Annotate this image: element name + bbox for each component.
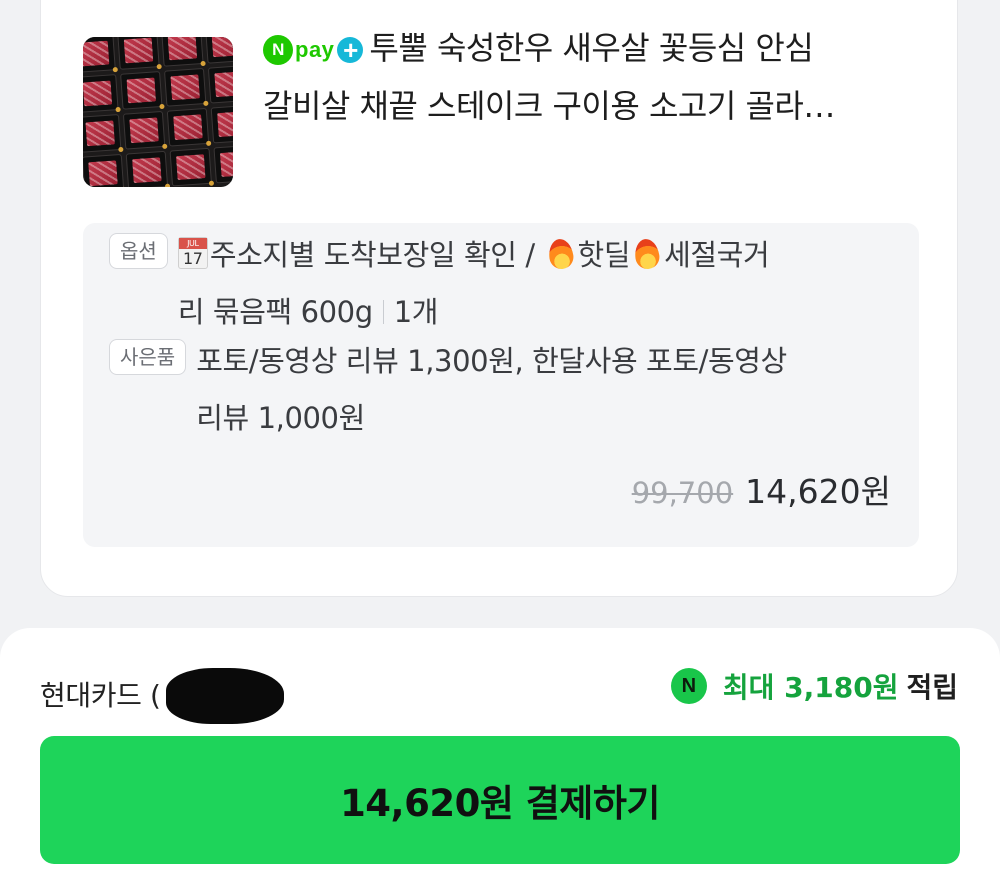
option-text-d: 리 묶음팩 600g bbox=[177, 295, 373, 329]
npay-logo-text: pay bbox=[295, 37, 335, 62]
title-text-1: 투뿔 숙성한우 새우살 꽃등심 안심 bbox=[369, 29, 814, 67]
gift-row: 사은품 포토/동영상 리뷰 1,300원, 한달사용 포토/동영상 리뷰 1,0… bbox=[109, 333, 869, 447]
option-tag: 옵션 bbox=[109, 233, 168, 269]
gift-text-line-1: 포토/동영상 리뷰 1,300원, 한달사용 포토/동영상 bbox=[196, 344, 787, 378]
option-text-b: 핫딜 bbox=[577, 238, 631, 272]
product-card: N pay + 투뿔 숙성한우 새우살 꽃등심 안심 갈비살 채끝 스테이크 구… bbox=[40, 0, 958, 597]
option-text-c: 세절국거 bbox=[664, 238, 770, 272]
gift-text: 포토/동영상 리뷰 1,300원, 한달사용 포토/동영상 리뷰 1,000원 bbox=[196, 333, 787, 447]
reward-amount: 최대 3,180원 bbox=[722, 671, 899, 704]
pay-button[interactable]: 14,620원 결제하기 bbox=[40, 736, 960, 864]
gift-text-line-2: 리뷰 1,000원 bbox=[196, 401, 365, 435]
divider bbox=[382, 300, 384, 324]
payment-sheet: 현대카드 ( N 최대 3,180원 적립 14,620원 결제하기 bbox=[0, 628, 1000, 893]
product-thumbnail[interactable] bbox=[83, 37, 233, 187]
npay-plus-badge: N pay + bbox=[263, 35, 364, 65]
product-title[interactable]: N pay + 투뿔 숙성한우 새우살 꽃등심 안심 갈비살 채끝 스테이크 구… bbox=[263, 19, 943, 135]
price-line: 99,700 14,620원 bbox=[632, 465, 891, 513]
option-row: 옵션 주소지별 도착보장일 확인 / 핫딜 세절국거 리 묶음팩 600g 1개 bbox=[109, 227, 869, 341]
original-price: 99,700 bbox=[631, 476, 734, 510]
naver-points-icon: N bbox=[670, 668, 707, 704]
meat-trays-image bbox=[83, 37, 233, 187]
reward-suffix: 적립 bbox=[906, 671, 958, 704]
npay-logo-icon: N bbox=[263, 35, 293, 65]
fire-icon bbox=[546, 237, 576, 271]
fire-icon bbox=[632, 237, 662, 271]
gift-tag: 사은품 bbox=[109, 339, 187, 375]
reward-points: N 최대 3,180원 적립 bbox=[670, 666, 958, 706]
option-quantity: 1개 bbox=[393, 295, 439, 329]
plus-icon: + bbox=[337, 37, 364, 63]
order-option-box: 옵션 주소지별 도착보장일 확인 / 핫딜 세절국거 리 묶음팩 600g 1개 사… bbox=[83, 223, 919, 547]
payment-card-selector[interactable]: 현대카드 ( bbox=[40, 664, 285, 724]
sale-price: 14,620원 bbox=[745, 472, 891, 511]
card-name-text: 현대카드 ( bbox=[40, 679, 161, 712]
option-text-a: 주소지별 도착보장일 확인 / bbox=[209, 238, 544, 272]
product-title-line-2: 갈비살 채끝 스테이크 구이용 소고기 골라… bbox=[263, 87, 835, 125]
redacted-card-number bbox=[166, 668, 285, 724]
calendar-icon bbox=[177, 237, 208, 269]
product-title-line-1: N pay + 투뿔 숙성한우 새우살 꽃등심 안심 bbox=[263, 19, 943, 77]
option-text: 주소지별 도착보장일 확인 / 핫딜 세절국거 리 묶음팩 600g 1개 bbox=[177, 227, 770, 341]
